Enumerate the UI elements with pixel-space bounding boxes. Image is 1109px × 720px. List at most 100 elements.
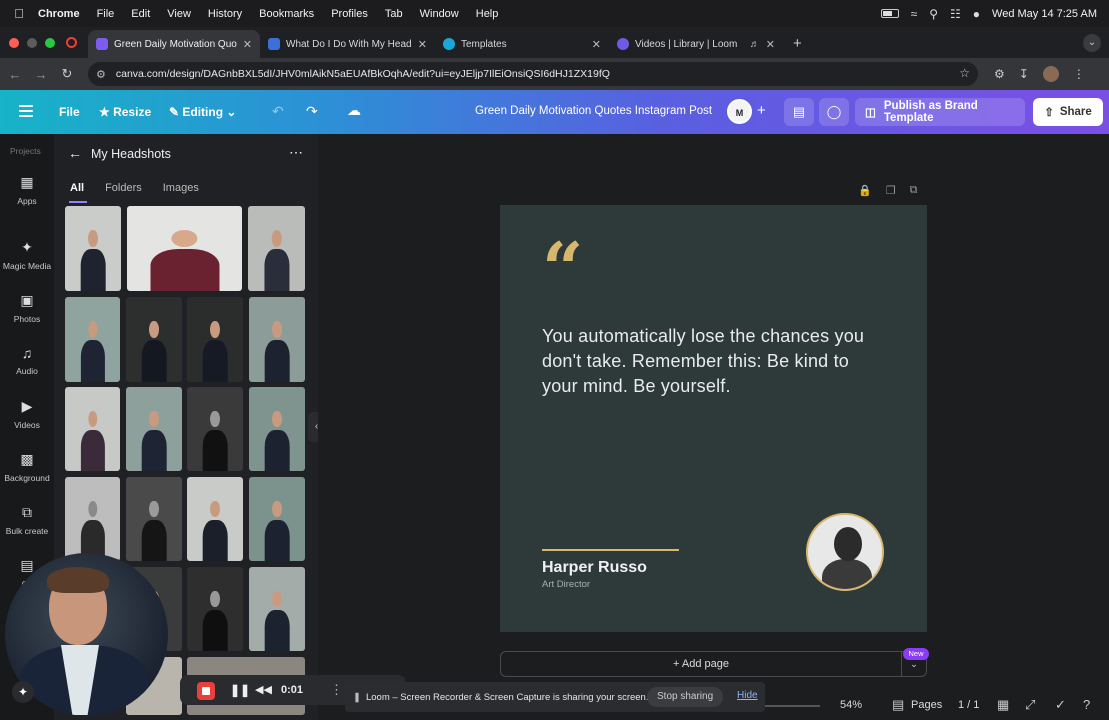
tab-loom-library[interactable]: Videos | Library | Loom ♬ ✕: [609, 30, 783, 58]
headshot-thumbnail[interactable]: [65, 387, 120, 471]
magic-sparkle-icon[interactable]: ✦: [12, 681, 34, 703]
headshot-thumbnail[interactable]: [249, 567, 305, 651]
insights-chart-button[interactable]: ▤: [784, 98, 814, 126]
invite-plus-icon[interactable]: +: [757, 102, 766, 119]
stop-recording-button[interactable]: [197, 682, 215, 700]
rail-videos[interactable]: ▶ Videos: [0, 398, 54, 430]
undo-button[interactable]: ↶: [272, 103, 284, 120]
hide-link[interactable]: Hide: [737, 690, 758, 701]
tab-templates[interactable]: Templates ✕: [435, 30, 609, 58]
headshot-thumbnail[interactable]: [126, 477, 182, 561]
menu-help[interactable]: Help: [476, 8, 499, 20]
zoom-slider[interactable]: [760, 705, 820, 707]
headshot-thumbnail[interactable]: [187, 567, 243, 651]
divider-line[interactable]: [542, 549, 679, 551]
extensions-icon[interactable]: ⚙: [994, 67, 1005, 81]
apple-icon[interactable]: : [0, 6, 38, 21]
profile-avatar[interactable]: [1042, 66, 1059, 82]
siri-icon[interactable]: ●: [973, 7, 980, 21]
reload-icon[interactable]: ↻: [54, 66, 80, 82]
lock-icon[interactable]: 🔒: [858, 184, 872, 197]
author-name[interactable]: Harper Russo: [542, 559, 647, 577]
close-tab-icon[interactable]: ✕: [418, 38, 427, 51]
back-icon[interactable]: ←: [2, 67, 28, 82]
comments-button[interactable]: ◯: [819, 98, 849, 126]
headshot-thumbnail[interactable]: [65, 297, 120, 382]
rail-projects[interactable]: Projects: [10, 146, 41, 156]
headshot-thumbnail[interactable]: [249, 477, 305, 561]
menu-profiles[interactable]: Profiles: [331, 8, 368, 20]
tab-what-do-i-do[interactable]: What Do I Do With My Headsh ✕: [260, 30, 435, 58]
stop-sharing-button[interactable]: Stop sharing: [647, 687, 724, 707]
duplicate-page-icon[interactable]: ❐: [886, 184, 896, 197]
headshot-thumbnail[interactable]: [187, 477, 243, 561]
rail-bulk-create[interactable]: ⧉ Bulk create: [0, 504, 54, 536]
redo-button[interactable]: ↷: [306, 103, 318, 120]
cloud-saved-icon[interactable]: ☁: [347, 102, 361, 119]
headshot-thumbnail[interactable]: [248, 206, 305, 291]
help-icon[interactable]: ?: [1083, 697, 1090, 712]
close-tab-icon[interactable]: ✕: [592, 38, 601, 51]
bookmark-star-icon[interactable]: ☆: [959, 66, 970, 80]
headshot-thumbnail[interactable]: [249, 297, 305, 382]
menu-history[interactable]: History: [208, 8, 242, 20]
rail-apps[interactable]: ▦ Apps: [0, 174, 54, 206]
headshot-thumbnail[interactable]: [65, 206, 121, 291]
menu-bookmarks[interactable]: Bookmarks: [259, 8, 314, 20]
close-tab-icon[interactable]: ✕: [243, 38, 252, 51]
quote-text[interactable]: You automatically lose the chances you d…: [542, 324, 872, 399]
menu-file[interactable]: File: [97, 8, 115, 20]
headshot-thumbnail[interactable]: [187, 297, 243, 382]
grid-view-icon[interactable]: ▦: [997, 697, 1009, 713]
chrome-menu-icon[interactable]: ⋮: [1073, 67, 1085, 81]
headshot-thumbnail[interactable]: [249, 387, 305, 471]
author-portrait[interactable]: [806, 513, 884, 591]
panel-tab-images[interactable]: Images: [163, 182, 199, 194]
pause-icon[interactable]: ❚❚: [230, 683, 250, 697]
share-button[interactable]: ⇧ Share: [1033, 98, 1103, 126]
fullscreen-window-button[interactable]: [45, 38, 55, 48]
drag-handle-icon[interactable]: ❚: [353, 692, 361, 703]
wifi-icon[interactable]: ≈: [911, 7, 918, 21]
editing-mode-button[interactable]: ✎ Editing ⌄: [169, 105, 236, 119]
file-menu-button[interactable]: File: [59, 105, 80, 119]
panel-tab-folders[interactable]: Folders: [105, 182, 142, 194]
spotlight-search-icon[interactable]: ⚲: [929, 7, 938, 21]
menubar-clock[interactable]: Wed May 14 7:25 AM: [992, 8, 1097, 20]
audio-playing-icon[interactable]: ♬: [750, 39, 760, 50]
download-icon[interactable]: ↧: [1019, 67, 1029, 81]
author-role[interactable]: Art Director: [542, 579, 590, 590]
rail-photos[interactable]: ▣ Photos: [0, 292, 54, 324]
headshot-thumbnail[interactable]: [187, 387, 243, 471]
design-page[interactable]: “ You automatically lose the chances you…: [500, 205, 927, 632]
battery-icon[interactable]: [880, 9, 899, 18]
close-window-button[interactable]: [9, 38, 19, 48]
tab-green-daily-motivation[interactable]: Green Daily Motivation Quote ✕: [88, 30, 260, 58]
close-tab-icon[interactable]: ✕: [766, 38, 775, 51]
menu-edit[interactable]: Edit: [131, 8, 150, 20]
back-arrow-icon[interactable]: ←: [68, 145, 82, 161]
main-menu-icon[interactable]: [19, 105, 33, 120]
more-options-icon[interactable]: ⋯: [289, 144, 304, 161]
headshot-thumbnail[interactable]: [126, 297, 182, 382]
publish-brand-template-button[interactable]: ◫ Publish as Brand Template: [855, 98, 1025, 126]
menu-tab[interactable]: Tab: [385, 8, 403, 20]
collaborator-avatar[interactable]: M: [727, 99, 752, 124]
panel-tab-all[interactable]: All: [68, 182, 88, 203]
address-bar[interactable]: ⚙ canva.com/design/DAGnbBXL5dI/JHV0mlAik…: [88, 62, 978, 86]
restart-icon[interactable]: ◀◀: [255, 683, 272, 696]
fullscreen-icon[interactable]: ⤢: [1025, 697, 1035, 713]
headshot-thumbnail[interactable]: [65, 477, 120, 561]
site-info-icon[interactable]: ⚙: [96, 68, 106, 81]
tab-search-icon[interactable]: ⌄: [1083, 34, 1101, 52]
menu-window[interactable]: Window: [420, 8, 459, 20]
rail-background[interactable]: ▩ Background: [0, 451, 54, 483]
check-icon[interactable]: ✓: [1055, 697, 1066, 713]
quote-mark[interactable]: “: [542, 233, 583, 305]
rail-audio[interactable]: ♫ Audio: [0, 345, 54, 376]
minimize-window-button[interactable]: [27, 38, 37, 48]
control-center-icon[interactable]: ☷: [950, 7, 961, 21]
add-page-button[interactable]: + Add page: [500, 651, 902, 677]
add-page-icon[interactable]: ⧉: [910, 184, 918, 197]
design-title[interactable]: Green Daily Motivation Quotes Instagram …: [475, 105, 712, 117]
